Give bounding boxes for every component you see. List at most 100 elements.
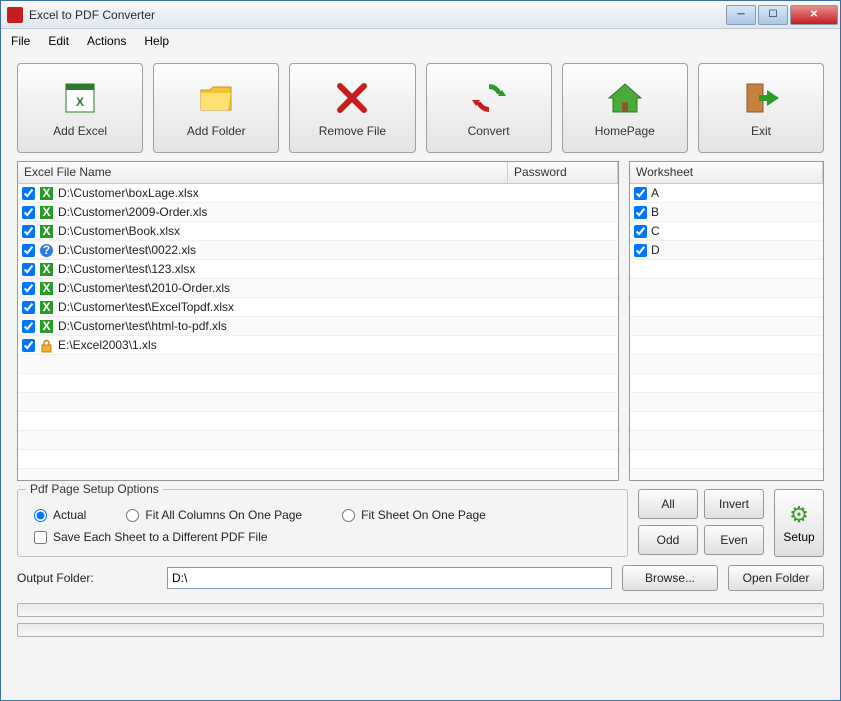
menu-file[interactable]: File xyxy=(11,34,30,48)
file-row[interactable]: XD:\Customer\Book.xlsx xyxy=(18,222,618,241)
file-path: D:\Customer\test\html-to-pdf.xls xyxy=(58,319,614,333)
file-row[interactable]: X D:\Customer\2009-Order.xls xyxy=(18,203,618,222)
menu-help[interactable]: Help xyxy=(144,34,169,48)
add-folder-button[interactable]: Add Folder xyxy=(153,63,279,153)
maximize-button[interactable]: ☐ xyxy=(758,5,788,25)
invert-button[interactable]: Invert xyxy=(704,489,764,519)
excel-icon: X xyxy=(39,319,54,334)
all-button[interactable]: All xyxy=(638,489,698,519)
output-row: Output Folder: Browse... Open Folder xyxy=(17,565,824,591)
svg-text:X: X xyxy=(42,186,50,200)
radio-actual[interactable]: Actual xyxy=(34,508,86,522)
file-checkbox[interactable] xyxy=(22,263,35,276)
minimize-button[interactable]: ─ xyxy=(726,5,756,25)
empty-row xyxy=(630,336,823,355)
radio-actual-input[interactable] xyxy=(34,509,47,522)
setup-row: Pdf Page Setup Options Actual Fit All Co… xyxy=(17,489,824,557)
menu-actions[interactable]: Actions xyxy=(87,34,126,48)
even-button[interactable]: Even xyxy=(704,525,764,555)
save-each-input[interactable] xyxy=(34,531,47,544)
file-row[interactable]: X D:\Customer\test\html-to-pdf.xls xyxy=(18,317,618,336)
empty-row xyxy=(630,393,823,412)
close-button[interactable]: ✕ xyxy=(790,5,838,25)
file-checkbox[interactable] xyxy=(22,187,35,200)
folder-icon xyxy=(196,78,236,118)
file-checkbox[interactable] xyxy=(22,339,35,352)
file-path: D:\Customer\boxLage.xlsx xyxy=(58,186,614,200)
toolbar: X Add Excel Add Folder Remove File xyxy=(17,63,824,153)
open-folder-button[interactable]: Open Folder xyxy=(728,565,824,591)
exit-button[interactable]: Exit xyxy=(698,63,824,153)
file-row[interactable]: E:\Excel2003\1.xls xyxy=(18,336,618,355)
setup-label: Setup xyxy=(783,530,814,544)
empty-row xyxy=(630,260,823,279)
col-worksheet[interactable]: Worksheet xyxy=(630,162,823,183)
worksheet-row[interactable]: A xyxy=(630,184,823,203)
browse-button[interactable]: Browse... xyxy=(622,565,718,591)
empty-row xyxy=(18,469,618,480)
file-checkbox[interactable] xyxy=(22,225,35,238)
progress-bar-1 xyxy=(17,603,824,617)
empty-row xyxy=(630,355,823,374)
file-checkbox[interactable] xyxy=(22,206,35,219)
excel-icon: X xyxy=(39,262,54,277)
svg-text:X: X xyxy=(42,224,50,238)
empty-row xyxy=(630,374,823,393)
file-checkbox[interactable] xyxy=(22,244,35,257)
worksheet-checkbox[interactable] xyxy=(634,225,647,238)
add-excel-button[interactable]: X Add Excel xyxy=(17,63,143,153)
worksheet-checkbox[interactable] xyxy=(634,187,647,200)
file-path: D:\Customer\2009-Order.xls xyxy=(58,205,614,219)
excel-icon: X xyxy=(39,205,54,220)
file-row[interactable]: X D:\Customer\test\123.xlsx xyxy=(18,260,618,279)
empty-row xyxy=(630,450,823,469)
menu-edit[interactable]: Edit xyxy=(48,34,69,48)
file-path: D:\Customer\test\2010-Order.xls xyxy=(58,281,614,295)
file-checkbox[interactable] xyxy=(22,301,35,314)
file-row[interactable]: XD:\Customer\test\2010-Order.xls xyxy=(18,279,618,298)
empty-row xyxy=(630,412,823,431)
exit-label: Exit xyxy=(751,124,771,138)
radio-fit-cols-input[interactable] xyxy=(126,509,139,522)
setup-button[interactable]: ⚙ Setup xyxy=(774,489,824,557)
radio-fit-sheet-input[interactable] xyxy=(342,509,355,522)
svg-text:X: X xyxy=(42,205,50,219)
worksheet-list-header: Worksheet xyxy=(630,162,823,184)
titlebar: Excel to PDF Converter ─ ☐ ✕ xyxy=(1,1,840,29)
homepage-button[interactable]: HomePage xyxy=(562,63,688,153)
file-path: D:\Customer\test\123.xlsx xyxy=(58,262,614,276)
empty-row xyxy=(18,450,618,469)
file-checkbox[interactable] xyxy=(22,282,35,295)
empty-row xyxy=(630,317,823,336)
add-folder-label: Add Folder xyxy=(187,124,246,138)
file-row[interactable]: XD:\Customer\test\ExcelTopdf.xlsx xyxy=(18,298,618,317)
lists-area: Excel File Name Password X D:\Customer\bo… xyxy=(17,161,824,481)
worksheet-row[interactable]: D xyxy=(630,241,823,260)
radio-row: Actual Fit All Columns On One Page Fit S… xyxy=(34,508,617,522)
svg-text:X: X xyxy=(42,319,50,333)
file-row[interactable]: X D:\Customer\boxLage.xlsx xyxy=(18,184,618,203)
empty-row xyxy=(630,298,823,317)
radio-fit-sheet[interactable]: Fit Sheet On One Page xyxy=(342,508,486,522)
col-password[interactable]: Password xyxy=(508,162,618,183)
worksheet-row[interactable]: B xyxy=(630,203,823,222)
col-filename[interactable]: Excel File Name xyxy=(18,162,508,183)
file-checkbox[interactable] xyxy=(22,320,35,333)
worksheet-row[interactable]: C xyxy=(630,222,823,241)
save-each-check[interactable]: Save Each Sheet to a Different PDF File xyxy=(34,530,617,544)
homepage-label: HomePage xyxy=(595,124,655,138)
radio-fit-cols[interactable]: Fit All Columns On One Page xyxy=(126,508,302,522)
odd-button[interactable]: Odd xyxy=(638,525,698,555)
worksheet-list: Worksheet ABCD xyxy=(629,161,824,481)
worksheet-list-body[interactable]: ABCD xyxy=(630,184,823,480)
home-icon xyxy=(605,78,645,118)
remove-file-button[interactable]: Remove File xyxy=(289,63,415,153)
worksheet-name: D xyxy=(651,243,819,257)
file-list: Excel File Name Password X D:\Customer\bo… xyxy=(17,161,619,481)
file-list-body[interactable]: X D:\Customer\boxLage.xlsx X D:\Customer\20… xyxy=(18,184,618,480)
worksheet-checkbox[interactable] xyxy=(634,244,647,257)
file-row[interactable]: ?D:\Customer\test\0022.xls xyxy=(18,241,618,260)
worksheet-checkbox[interactable] xyxy=(634,206,647,219)
convert-button[interactable]: Convert xyxy=(426,63,552,153)
output-folder-input[interactable] xyxy=(167,567,612,589)
